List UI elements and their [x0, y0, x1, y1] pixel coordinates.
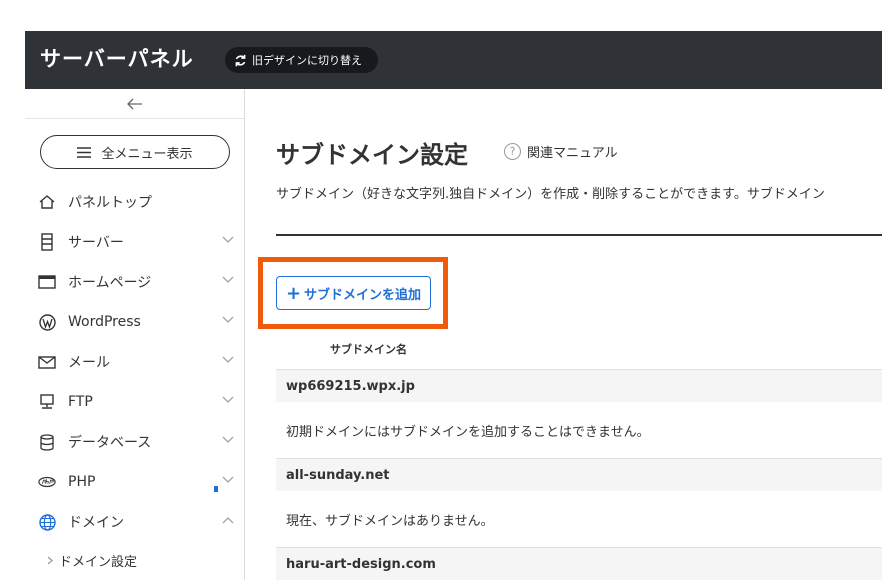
globe-icon — [38, 513, 56, 531]
server-icon — [38, 233, 56, 251]
chevron-down-icon — [222, 276, 234, 283]
related-manual-link[interactable]: ? 関連マニュアル — [504, 142, 618, 161]
switch-old-design-button[interactable]: 旧デザインに切り替え — [225, 47, 378, 73]
domain-row: haru-art-design.com — [276, 547, 882, 580]
arrow-left-icon — [126, 98, 142, 109]
sidebar-item-label: メール — [68, 355, 110, 371]
domain-row: wp669215.wpx.jp — [276, 369, 882, 402]
chevron-right-icon — [47, 556, 53, 564]
add-subdomain-button[interactable]: + サブドメインを追加 — [276, 276, 431, 310]
chevron-down-icon — [222, 436, 234, 443]
sidebar-item-label: データベース — [68, 435, 152, 451]
wordpress-icon — [38, 313, 56, 331]
all-menu-button[interactable]: 全メニュー表示 — [40, 135, 230, 169]
database-icon — [38, 433, 56, 451]
sidebar-nav: パネルトップ サーバー ホームページ WordPress メール FTP データ… — [25, 182, 244, 578]
mail-icon — [38, 353, 56, 371]
sidebar-item-label: WordPress — [68, 314, 141, 330]
domain-message: 現在、サブドメインはありません。 — [286, 513, 494, 529]
sidebar-item-php[interactable]: PHP — [25, 462, 244, 502]
chevron-down-icon — [222, 236, 234, 243]
sidebar-item-label: ホームページ — [68, 275, 152, 291]
chevron-up-icon — [222, 517, 234, 524]
chevron-down-icon — [222, 396, 234, 403]
app-title: サーバーパネル — [40, 47, 194, 71]
domain-row: all-sunday.net — [276, 458, 882, 491]
browser-window-icon — [38, 273, 56, 291]
sidebar-item-mail[interactable]: メール — [25, 342, 244, 382]
sidebar-item-panel-top[interactable]: パネルトップ — [25, 182, 244, 222]
sidebar: 全メニュー表示 パネルトップ サーバー ホームページ WordPress メール… — [25, 89, 245, 580]
sidebar-item-label: FTP — [68, 394, 93, 410]
related-manual-label: 関連マニュアル — [527, 146, 618, 161]
chevron-down-icon — [222, 316, 234, 323]
page-title: サブドメイン設定 — [276, 141, 468, 169]
main-content: サブドメイン設定 ? 関連マニュアル サブドメイン（好きな文字列.独自ドメイン）… — [246, 89, 882, 580]
chevron-down-icon — [222, 476, 234, 483]
domain-message: 初期ドメインにはサブドメインを追加することはできません。 — [286, 424, 650, 440]
collapse-sidebar-button[interactable] — [25, 89, 244, 119]
sidebar-active-indicator — [214, 486, 218, 492]
home-icon — [38, 193, 56, 211]
switch-old-design-label: 旧デザインに切り替え — [252, 54, 362, 67]
top-header: サーバーパネル 旧デザインに切り替え — [25, 31, 882, 89]
monitor-icon — [38, 393, 56, 411]
sidebar-item-database[interactable]: データベース — [25, 422, 244, 462]
refresh-icon — [235, 54, 246, 66]
hamburger-icon — [77, 146, 92, 158]
sidebar-item-domain[interactable]: ドメイン — [25, 502, 244, 542]
all-menu-label: 全メニュー表示 — [101, 146, 193, 162]
sidebar-subitem-domain-settings[interactable]: ドメイン設定 — [25, 542, 244, 578]
sidebar-subitem-label: ドメイン設定 — [59, 554, 138, 570]
sidebar-item-label: パネルトップ — [68, 195, 152, 211]
subdomain-table: wp669215.wpx.jp 初期ドメインにはサブドメインを追加することはでき… — [276, 369, 882, 580]
page-description: サブドメイン（好きな文字列.独自ドメイン）を作成・削除することができます。サブド… — [276, 187, 825, 202]
php-icon — [38, 473, 56, 491]
sidebar-item-wordpress[interactable]: WordPress — [25, 302, 244, 342]
column-header-subdomain-name: サブドメイン名 — [330, 343, 407, 356]
sidebar-item-ftp[interactable]: FTP — [25, 382, 244, 422]
sidebar-item-server[interactable]: サーバー — [25, 222, 244, 262]
chevron-down-icon — [222, 356, 234, 363]
section-divider — [276, 234, 882, 236]
sidebar-item-label: ドメイン — [68, 515, 124, 531]
sidebar-item-homepage[interactable]: ホームページ — [25, 262, 244, 302]
sidebar-item-label: PHP — [68, 474, 96, 490]
plus-icon: + — [285, 282, 302, 304]
add-subdomain-label: サブドメインを追加 — [304, 287, 422, 303]
question-icon: ? — [504, 143, 521, 160]
sidebar-item-label: サーバー — [68, 235, 124, 251]
